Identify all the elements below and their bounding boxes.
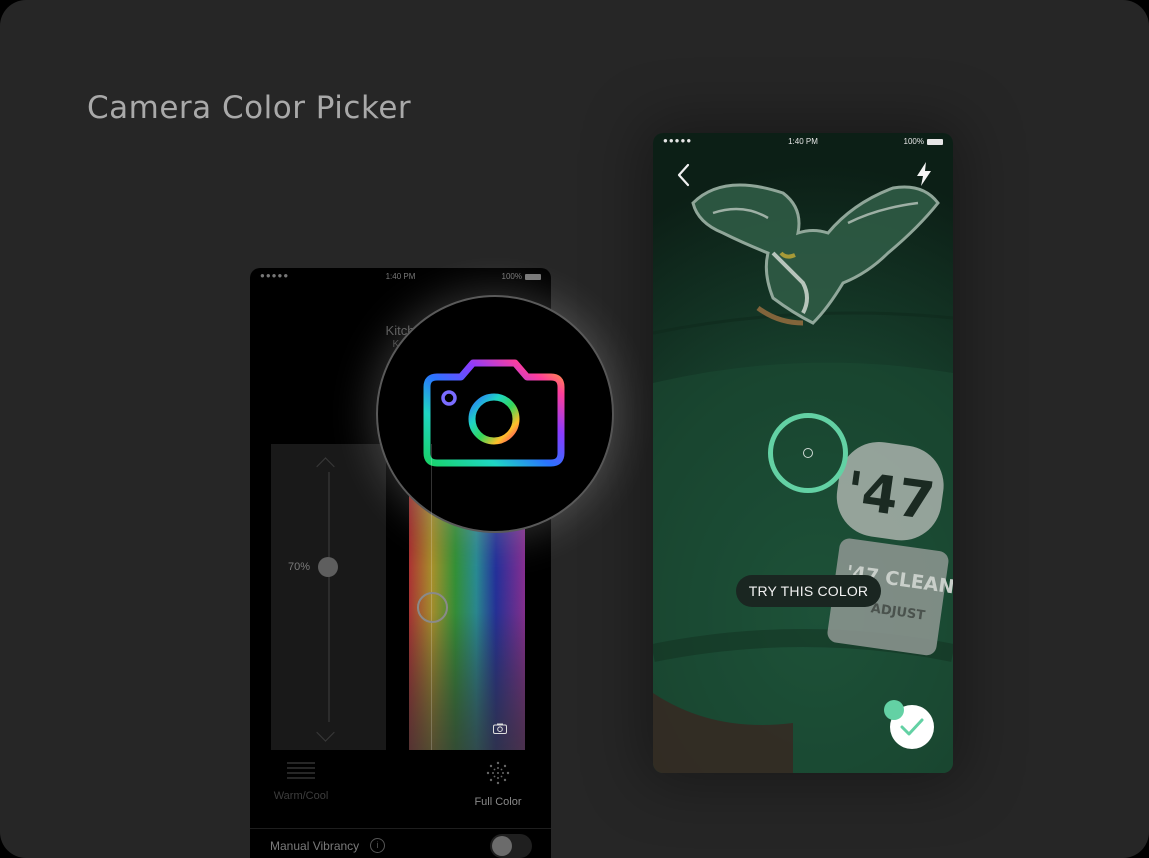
battery-label: 100% bbox=[903, 137, 924, 146]
color-target-ring[interactable] bbox=[768, 413, 848, 493]
manual-vibrancy-toggle[interactable] bbox=[490, 834, 532, 858]
mode-full-color[interactable]: Full Color bbox=[448, 760, 548, 810]
battery-indicator: 100% bbox=[904, 137, 943, 146]
status-bar: ●●●●● 1:40 PM 100% bbox=[250, 268, 551, 284]
divider bbox=[250, 828, 551, 829]
slider-track bbox=[328, 472, 330, 722]
color-selector-ring[interactable] bbox=[417, 592, 448, 623]
selected-color-dot bbox=[884, 700, 904, 720]
page-title: Camera Color Picker bbox=[87, 90, 412, 126]
chevron-left-icon[interactable] bbox=[675, 163, 693, 187]
brightness-label: 70% bbox=[288, 561, 311, 573]
chevron-down-icon[interactable] bbox=[316, 723, 335, 742]
rainbow-camera-icon bbox=[423, 359, 565, 467]
color-wheel-icon bbox=[486, 761, 510, 785]
mode-label: Full Color bbox=[474, 796, 522, 808]
info-icon[interactable]: i bbox=[370, 838, 385, 853]
camera-icon[interactable] bbox=[493, 723, 507, 734]
manual-vibrancy-label: Manual Vibrancy bbox=[270, 839, 360, 853]
mode-label: Warm/Cool bbox=[273, 790, 329, 802]
checkmark-icon bbox=[900, 718, 924, 736]
try-this-color-button[interactable]: TRY THIS COLOR bbox=[736, 575, 881, 607]
mode-warm-cool[interactable]: Warm/Cool bbox=[251, 760, 351, 804]
lightning-icon[interactable] bbox=[915, 161, 933, 187]
target-center-dot bbox=[803, 448, 813, 458]
battery-icon bbox=[525, 273, 541, 280]
battery-indicator: 100% bbox=[502, 272, 541, 281]
right-phone: '47 '47 CLEAN ADJUST ●●●●● 1:40 PM 100% … bbox=[653, 133, 953, 773]
lines-icon bbox=[287, 762, 315, 779]
battery-icon bbox=[927, 138, 943, 145]
brightness-slider[interactable]: 70% bbox=[271, 444, 386, 750]
battery-label: 100% bbox=[501, 272, 522, 281]
patch-logo-text: '47 bbox=[842, 461, 938, 533]
camera-badge bbox=[376, 295, 614, 533]
slider-thumb[interactable] bbox=[318, 557, 338, 577]
status-bar: ●●●●● 1:40 PM 100% bbox=[653, 133, 953, 149]
chevron-up-icon[interactable] bbox=[316, 457, 335, 476]
canvas: Camera Color Picker ●●●●● 1:40 PM 100% K… bbox=[0, 0, 1149, 858]
toggle-knob bbox=[492, 836, 512, 856]
